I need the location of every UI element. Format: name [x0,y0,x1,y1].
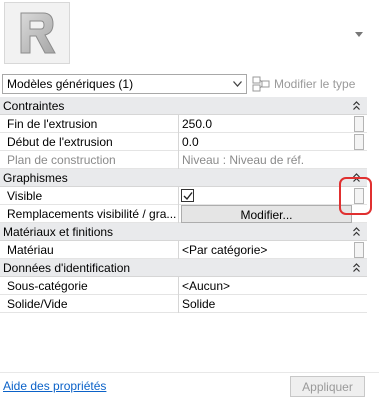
visible-checkbox[interactable] [181,189,194,202]
properties-header [0,0,379,67]
associate-parameter-button[interactable] [354,116,364,132]
apply-button[interactable]: Appliquer [290,376,365,397]
property-row-material: Matériau <Par catégorie> [0,241,367,259]
type-selector-row: Modèles génériques (1) Modifier le type [0,72,379,96]
property-row-subcategory: Sous-catégorie <Aucun> [0,277,367,295]
property-name: Remplacements visibilité / gra... [0,205,179,223]
revit-r-logo-icon [20,12,56,54]
chevron-down-icon[interactable] [355,32,363,38]
group-header-identity-data[interactable]: Données d'identification [0,259,367,277]
group-label: Données d'identification [3,261,131,275]
type-selector-value: Modèles génériques (1) [7,77,134,91]
property-value-input[interactable]: <Aucun> [180,277,353,295]
checkmark-icon [183,192,193,201]
type-selector-dropdown[interactable]: Modèles génériques (1) [2,74,247,94]
group-header-constraints[interactable]: Contraintes [0,97,367,115]
property-row-visible: Visible [0,187,367,205]
highlight-annotation [339,177,372,215]
associate-parameter-button[interactable] [354,134,364,150]
group-header-materials[interactable]: Matériaux et finitions [0,223,367,241]
collapse-icon[interactable] [353,101,360,111]
associate-parameter-button[interactable] [354,242,364,258]
property-row-visibility-overrides: Remplacements visibilité / gra... Modifi… [0,205,367,223]
edit-type-icon [252,76,270,92]
property-row-solid-void: Solide/Vide Solide [0,295,367,313]
footer-divider [0,372,379,373]
property-value-input[interactable]: Solide [180,295,353,313]
property-value-readonly: Niveau : Niveau de réf. [182,153,305,167]
chevron-down-icon [233,81,242,87]
grid-scrollbar[interactable] [369,97,377,370]
property-value-input[interactable]: 0.0 [180,133,353,151]
type-thumbnail [4,2,70,64]
property-name: Matériau [0,241,179,259]
properties-help-link[interactable]: Aide des propriétés [3,379,106,393]
property-name: Début de l'extrusion [0,133,179,151]
group-header-graphics[interactable]: Graphismes [0,169,367,187]
property-row-extrusion-end: Fin de l'extrusion 250.0 [0,115,367,133]
property-row-work-plane: Plan de construction Niveau : Niveau de … [0,151,367,169]
group-label: Graphismes [3,171,68,185]
collapse-icon[interactable] [353,263,360,273]
edit-type-button[interactable]: Modifier le type [252,74,355,94]
properties-grid: Contraintes Fin de l'extrusion 250.0 Déb… [0,97,367,313]
group-label: Matériaux et finitions [3,225,114,239]
property-name: Plan de construction [0,151,179,169]
property-row-extrusion-start: Début de l'extrusion 0.0 [0,133,367,151]
collapse-icon[interactable] [353,227,360,237]
group-label: Contraintes [3,99,65,113]
property-name: Visible [0,187,179,205]
edit-type-label: Modifier le type [274,77,356,91]
property-value-input[interactable]: 250.0 [180,115,353,133]
modify-button[interactable]: Modifier... [181,205,352,223]
property-value-input[interactable]: <Par catégorie> [180,241,353,259]
property-name: Sous-catégorie [0,277,179,295]
property-name: Solide/Vide [0,295,179,313]
property-name: Fin de l'extrusion [0,115,179,133]
